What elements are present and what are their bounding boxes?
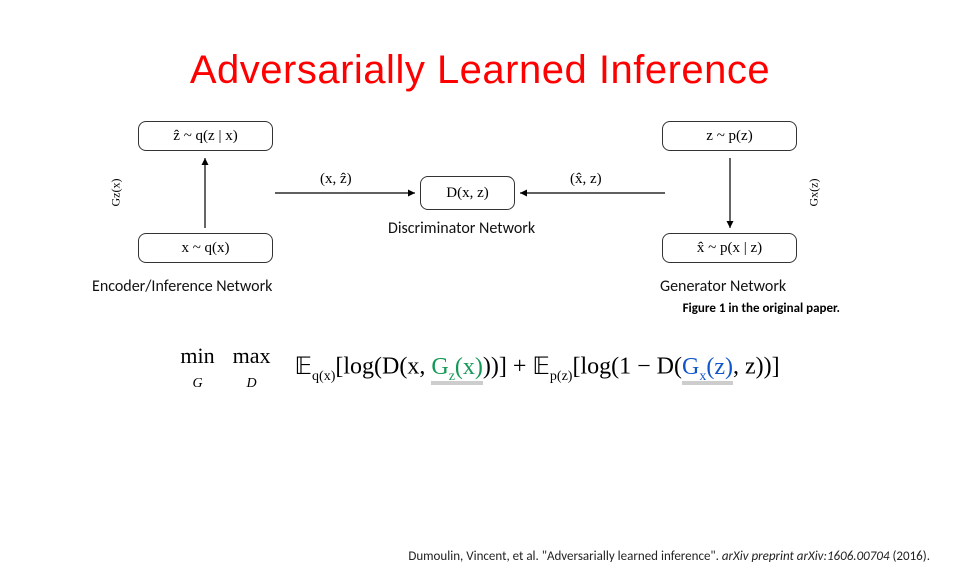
citation-venue: arXiv preprint arXiv:1606.00704 — [722, 549, 890, 564]
page-title: Adversarially Learned Inference — [0, 48, 960, 93]
node-x-q: x ~ q(x) — [138, 233, 273, 263]
citation: Dumoulin, Vincent, et al. "Adversarially… — [408, 549, 930, 564]
node-discriminator: D(x, z) — [420, 176, 515, 210]
formula-text: ))] + — [483, 354, 533, 380]
objective-formula: minG maxD 𝔼q(x)[log(D(x, Gz(x)))] + 𝔼p(z… — [0, 344, 960, 392]
max-operator: maxD — [233, 344, 271, 392]
min-operator: minG — [180, 344, 214, 392]
edge-label-left: (x, ẑ) — [320, 171, 352, 188]
discriminator-label: Discriminator Network — [388, 219, 535, 238]
citation-year: (2016). — [890, 549, 930, 564]
side-label-gz: Gz(x) — [108, 179, 123, 207]
expectation-p: 𝔼p(z) — [532, 354, 572, 380]
node-z-hat: ẑ ~ q(z | x) — [138, 121, 273, 151]
architecture-diagram: ẑ ~ q(z | x) x ~ q(x) z ~ p(z) x̂ ~ p(x … — [120, 123, 840, 283]
gx-term: Gx(z) — [682, 354, 733, 385]
node-z-p: z ~ p(z) — [662, 121, 797, 151]
node-x-hat: x̂ ~ p(x | z) — [662, 233, 797, 263]
formula-text: [log(D(x, — [335, 354, 431, 380]
gz-term: Gz(x) — [431, 354, 483, 385]
expectation-q: 𝔼q(x) — [295, 354, 336, 380]
generator-label: Generator Network — [660, 277, 786, 296]
formula-text: [log(1 − D( — [572, 354, 682, 380]
citation-authors: Dumoulin, Vincent, et al. "Adversarially… — [408, 549, 722, 564]
formula-text: , z))] — [733, 354, 780, 380]
side-label-gx: Gx(z) — [806, 179, 821, 207]
figure-caption: Figure 1 in the original paper. — [0, 301, 840, 316]
edge-label-right: (x̂, z) — [570, 171, 602, 188]
encoder-label: Encoder/Inference Network — [92, 277, 272, 296]
